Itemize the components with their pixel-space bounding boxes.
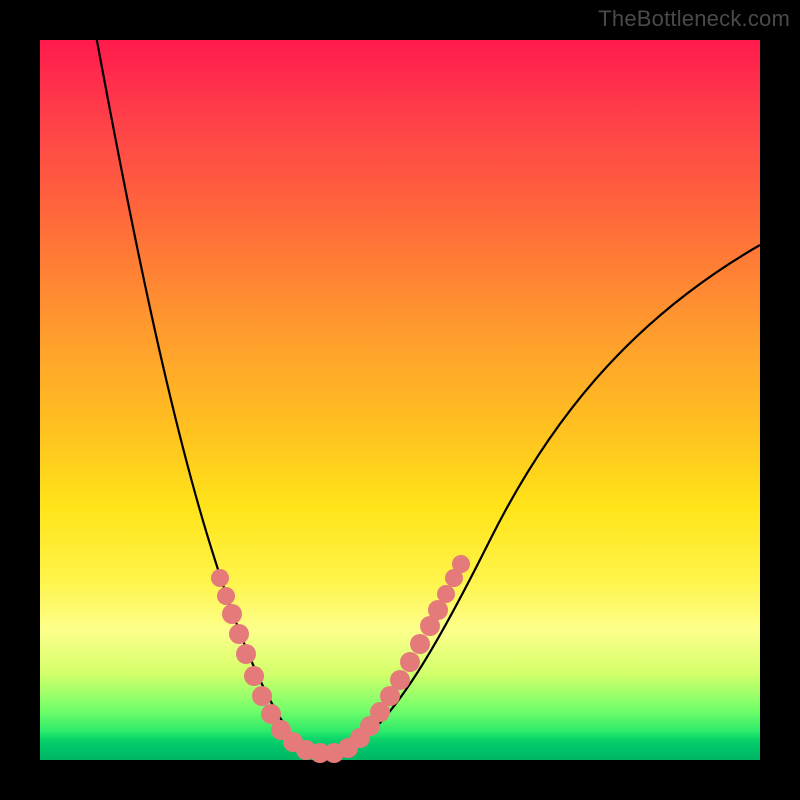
highlight-dots-left [211,569,303,752]
highlight-dots-right [350,555,470,748]
chart-frame: TheBottleneck.com [0,0,800,800]
curve-layer [40,40,760,760]
highlight-dots-floor [296,738,358,763]
plot-area [40,40,760,760]
watermark-text: TheBottleneck.com [598,6,790,32]
